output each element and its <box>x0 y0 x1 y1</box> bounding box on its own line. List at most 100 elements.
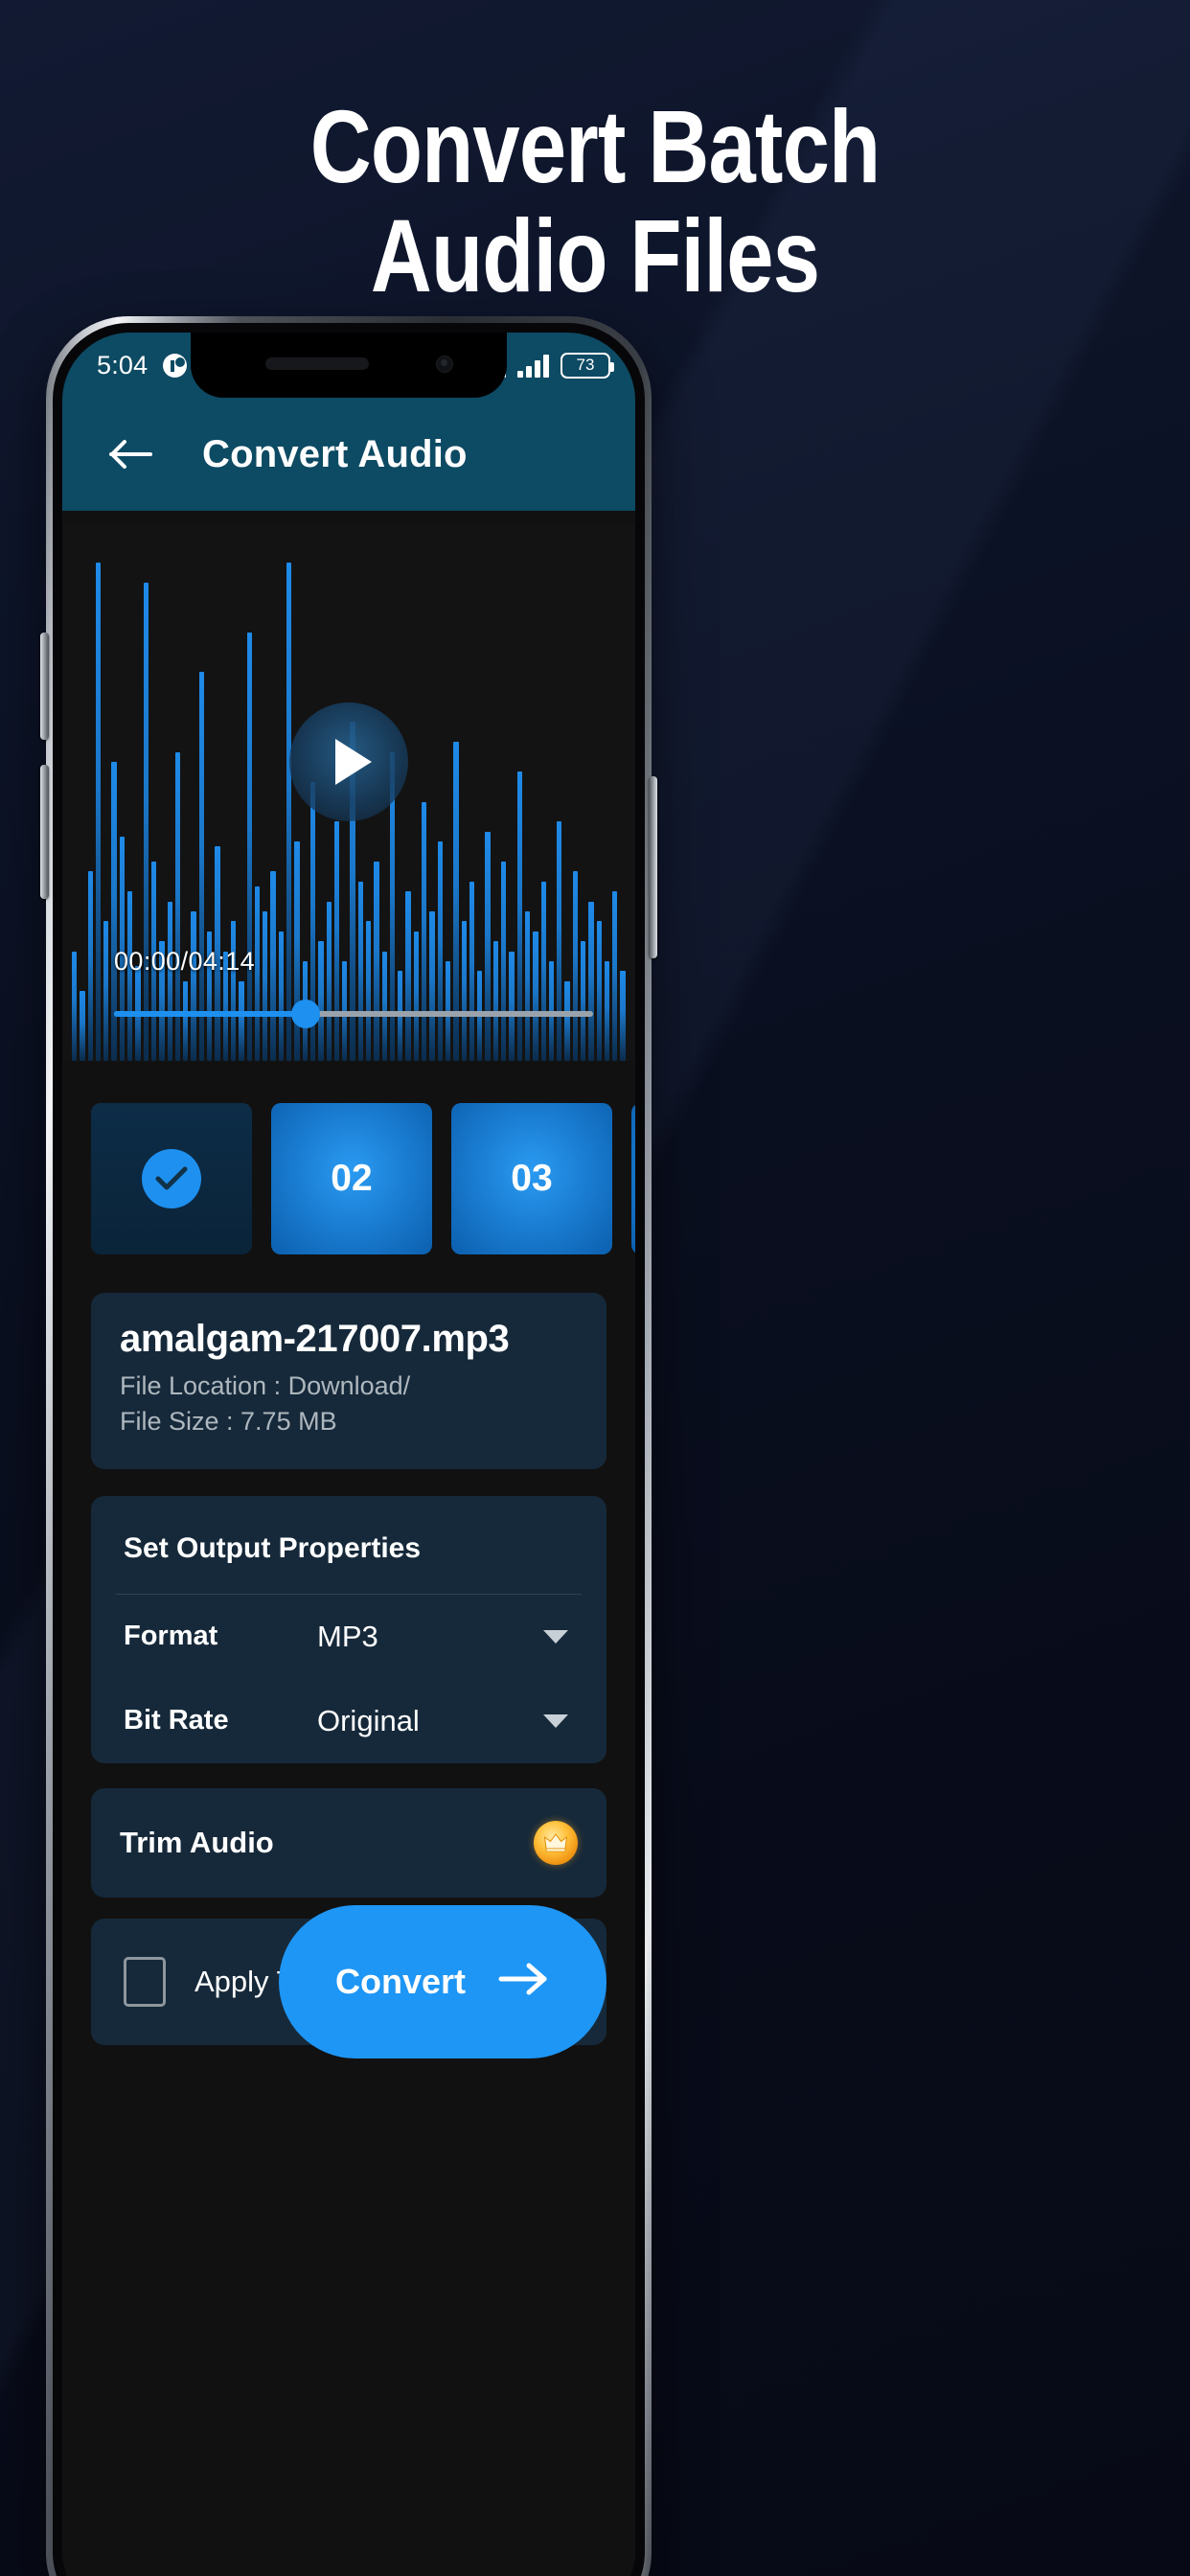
bitrate-row[interactable]: Bit Rate Original <box>91 1679 606 1763</box>
file-index-chip-2[interactable]: 02 <box>271 1103 432 1254</box>
screen-content: 00:00/04:14 02030405 amalgam-217007.mp3 … <box>62 511 635 2576</box>
waveform-bar <box>95 563 102 1061</box>
check-icon <box>142 1149 201 1208</box>
waveform-bar <box>357 881 363 1061</box>
waveform-bar <box>540 881 546 1061</box>
status-bar-left: 5:04 <box>97 351 188 380</box>
arrow-right-icon <box>498 1961 550 2002</box>
file-name: amalgam-217007.mp3 <box>120 1318 510 1360</box>
waveform-bar <box>422 801 427 1061</box>
chevron-down-icon[interactable] <box>543 1714 568 1728</box>
file-size: File Size : 7.75 MB <box>120 1407 337 1437</box>
playback-time-label: 00:00/04:14 <box>114 947 256 976</box>
power-button[interactable] <box>649 776 657 958</box>
waveform-bar <box>581 941 586 1061</box>
promo-headline: Convert Batch Audio Files <box>107 91 1083 314</box>
back-arrow-icon[interactable] <box>104 427 158 481</box>
waveform-bar <box>294 841 300 1061</box>
front-camera <box>436 356 453 373</box>
waveform-bar <box>103 921 109 1061</box>
waveform-bar <box>533 931 538 1061</box>
waveform-bar <box>572 871 578 1061</box>
output-properties-title: Set Output Properties <box>124 1531 422 1564</box>
waveform-bar <box>485 831 491 1061</box>
waveform-bar <box>326 901 332 1061</box>
waveform-bar <box>286 563 292 1061</box>
battery-percent-label: 73 <box>576 356 595 374</box>
trim-audio-label: Trim Audio <box>120 1825 274 1859</box>
waveform-bar <box>318 941 324 1061</box>
waveform-bar <box>501 862 507 1061</box>
waveform-bar <box>254 886 261 1061</box>
bitrate-value: Original <box>317 1703 420 1737</box>
headline-line-1: Convert Batch <box>309 88 881 204</box>
waveform-bar <box>183 980 189 1061</box>
waveform-bar <box>437 841 443 1061</box>
file-index-chip-row[interactable]: 02030405 <box>62 1061 635 1254</box>
waveform-bar <box>191 911 196 1061</box>
volume-down-button[interactable] <box>40 765 49 899</box>
waveform-bar <box>461 921 467 1061</box>
waveform-bar <box>413 931 420 1061</box>
battery-icon: 73 <box>561 352 614 379</box>
waveform-bar <box>198 672 205 1061</box>
crown-icon <box>534 1820 578 1865</box>
phone-bezel: 5:04 LTE2 73 <box>53 323 645 2576</box>
chevron-down-icon[interactable] <box>543 1629 568 1644</box>
format-label: Format <box>124 1621 218 1651</box>
file-index-chip-4[interactable]: 04 <box>631 1103 635 1254</box>
waveform-bar <box>564 980 570 1061</box>
output-properties-card: Set Output Properties Format MP3 Bit Rat… <box>91 1495 606 1763</box>
waveform-bar <box>263 911 268 1061</box>
bitrate-label: Bit Rate <box>124 1705 229 1736</box>
format-value: MP3 <box>317 1619 378 1653</box>
waveform-bar <box>239 980 244 1061</box>
waveform-bar <box>270 871 276 1061</box>
app-bar: Convert Audio <box>62 398 635 511</box>
phone-frame: 5:04 LTE2 73 <box>40 316 657 2576</box>
waveform-bar <box>405 891 411 1061</box>
phone-screen: 5:04 LTE2 73 <box>62 333 635 2576</box>
play-icon[interactable] <box>289 702 408 821</box>
waveform-bar <box>429 911 435 1061</box>
play-triangle <box>335 739 372 785</box>
playback-seek-slider[interactable] <box>114 1000 593 1028</box>
waveform-bar <box>72 951 78 1061</box>
seek-progress-fill <box>114 1011 306 1017</box>
waveform-bar <box>596 921 602 1061</box>
file-index-chip-label: 03 <box>511 1158 553 1199</box>
phone-notch <box>191 333 507 398</box>
waveform-bar <box>492 941 499 1061</box>
waveform-bar <box>509 951 515 1061</box>
seek-thumb[interactable] <box>291 1000 320 1028</box>
convert-button[interactable]: Convert <box>279 1904 606 2058</box>
waveform-bar <box>557 821 562 1061</box>
file-index-chip-3[interactable]: 03 <box>451 1103 612 1254</box>
do-not-disturb-icon <box>163 353 188 378</box>
waveform-bar <box>365 921 372 1061</box>
apply-to-all-checkbox[interactable] <box>124 1956 166 2007</box>
trim-audio-row[interactable]: Trim Audio <box>91 1787 606 1898</box>
earpiece-speaker <box>265 357 369 370</box>
signal-strength-icon-2 <box>517 353 549 378</box>
volume-up-button[interactable] <box>40 632 49 740</box>
file-index-chip-1[interactable] <box>91 1103 252 1254</box>
waveform-bar <box>278 931 285 1061</box>
waveform-bar <box>143 582 149 1061</box>
file-index-chip-label: 02 <box>331 1158 373 1199</box>
waveform-bar <box>246 632 252 1061</box>
waveform-bar <box>230 921 237 1061</box>
waveform-bar <box>381 951 387 1061</box>
page-title: Convert Audio <box>202 432 468 475</box>
waveform-bar <box>333 821 340 1061</box>
convert-button-label: Convert <box>334 1961 467 2001</box>
waveform-bar <box>516 771 522 1061</box>
headline-line-2: Audio Files <box>370 197 820 314</box>
waveform-bar <box>612 891 618 1061</box>
waveform-bar <box>167 901 172 1061</box>
waveform-bar <box>87 871 93 1061</box>
format-row[interactable]: Format MP3 <box>91 1595 606 1679</box>
waveform-bar <box>588 901 594 1061</box>
phone-mockup: 5:04 LTE2 73 <box>40 316 1150 2576</box>
file-location: File Location : Download/ <box>120 1371 411 1400</box>
